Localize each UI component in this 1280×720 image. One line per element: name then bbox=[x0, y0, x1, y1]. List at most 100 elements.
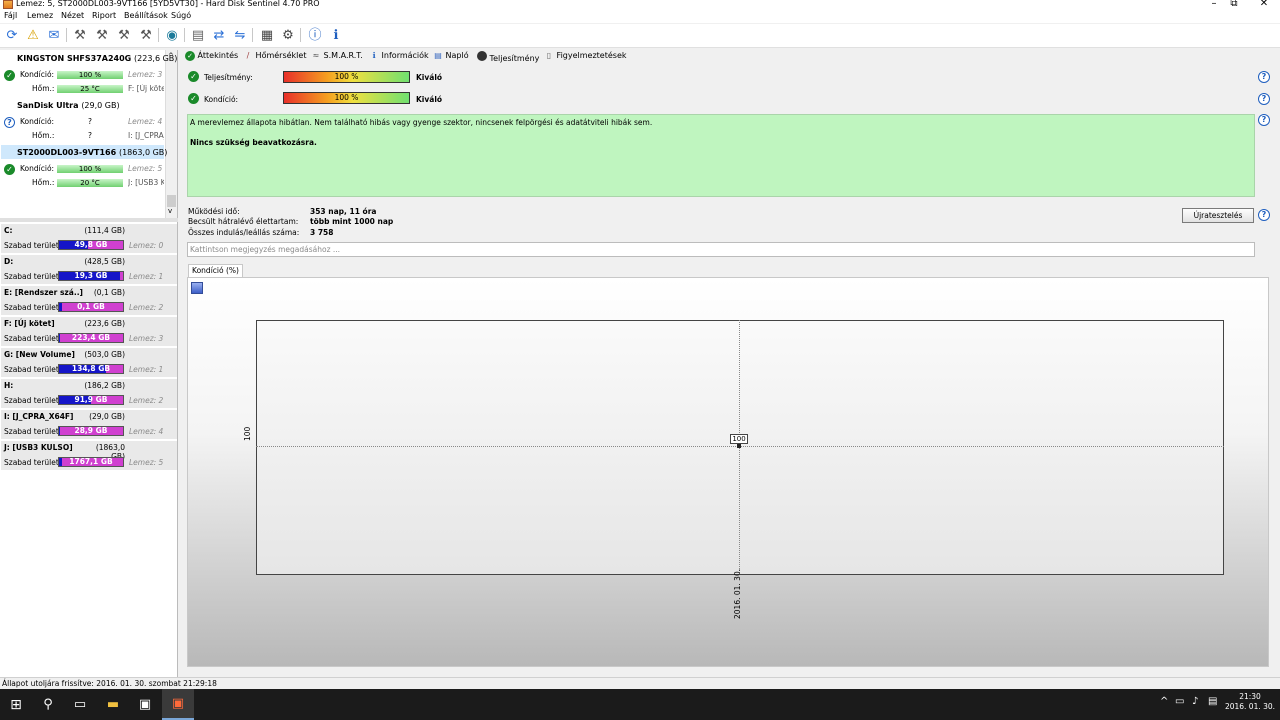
disk-name: ST2000DL003-9VT166 bbox=[17, 148, 117, 157]
tab-condition-graph[interactable]: Kondíció (%) bbox=[188, 264, 243, 278]
volume-disk: Lemez: 0 bbox=[129, 241, 164, 250]
chevron-up-icon[interactable]: ^ bbox=[1160, 696, 1168, 707]
performance-bar: 100 % bbox=[283, 71, 410, 83]
tab-warnings[interactable]: ▯ Figyelmeztetések bbox=[544, 51, 627, 60]
retest-button[interactable]: Újratesztelés bbox=[1182, 208, 1254, 223]
tab-temperature[interactable]: / Hőmérséklet bbox=[243, 51, 307, 60]
check-icon: ✓ bbox=[185, 51, 195, 61]
volume-row[interactable]: J: [USB3 KULSO](1863,0 GB)Szabad terület… bbox=[1, 441, 177, 471]
menu-bar: Fájl Lemez Nézet Riport Beállítások Súgó bbox=[0, 10, 1280, 23]
tab-label: Áttekintés bbox=[197, 51, 239, 60]
volume-row[interactable]: F: [Új kötet] (223,6 GB) Szabad terület 223… bbox=[1, 317, 177, 347]
volume-row[interactable]: D: (428,5 GB) Szabad terület 19,3 GB Lemez: … bbox=[1, 255, 177, 285]
search-icon[interactable]: ⚲ bbox=[32, 689, 64, 720]
disk-name: KINGSTON SHFS37A240G bbox=[17, 54, 132, 63]
volume-row[interactable]: E: [Rendszer szá..] (0,1 GB) Szabad terüle… bbox=[1, 286, 177, 316]
volume-row[interactable]: I: [J_CPRA_X64F] (29,0 GB) Szabad terület 2… bbox=[1, 410, 177, 440]
test-icon-2[interactable]: ⚒ bbox=[93, 26, 111, 44]
sync-icon[interactable]: ⇄ bbox=[210, 26, 228, 44]
help-icon[interactable]: ⓘ bbox=[306, 26, 324, 44]
recommendation: Nincs szükség beavatkozásra. bbox=[190, 138, 317, 147]
hd-sentinel-icon[interactable]: ▣ bbox=[162, 689, 194, 720]
test-icon-3[interactable]: ⚒ bbox=[115, 26, 133, 44]
network-tray-icon[interactable]: ▭ bbox=[1175, 696, 1184, 707]
info-icon: ℹ bbox=[372, 51, 376, 60]
menu-settings[interactable]: Beállítások bbox=[124, 11, 168, 20]
tab-performance[interactable]: Teljesítmény bbox=[477, 51, 539, 63]
taskbar: ⊞ ⚲ ▭ ▬ ▣ ▣ bbox=[0, 689, 1280, 720]
note-input[interactable]: Kattintson megjegyzés megadásához ... bbox=[187, 242, 1255, 257]
start-icon[interactable]: ⊞ bbox=[0, 689, 32, 720]
status-ok-icon: ✓ bbox=[4, 70, 15, 81]
menu-help[interactable]: Súgó bbox=[171, 11, 191, 20]
volume-disk: Lemez: 4 bbox=[129, 427, 164, 436]
report-icon[interactable]: ✉ bbox=[45, 26, 63, 44]
tab-info[interactable]: ℹ Információk bbox=[369, 51, 428, 60]
disk-list-scrollbar[interactable]: ^ v bbox=[165, 50, 177, 218]
uptime-label: Működési idő: bbox=[188, 207, 240, 216]
disk-name: SanDisk Ultra bbox=[17, 101, 79, 110]
save-icon[interactable] bbox=[191, 282, 203, 294]
volume-size: (186,2 GB) bbox=[84, 381, 125, 390]
volume-row[interactable]: C: (111,4 GB) Szabad terület 49,8 GB Lemez: … bbox=[1, 224, 177, 254]
alert-disk-icon[interactable]: ⚠ bbox=[24, 26, 42, 44]
notifications-icon[interactable]: ▤ bbox=[1208, 696, 1217, 707]
x-tick-label: 2016. 01. 30. bbox=[733, 568, 742, 619]
status-message: A merevlemez állapota hibátlan. Nem talá… bbox=[190, 118, 653, 127]
volume-name: G: [New Volume] bbox=[4, 350, 75, 359]
scroll-down-icon[interactable]: v bbox=[168, 207, 172, 215]
help-icon[interactable]: ? bbox=[1258, 209, 1270, 221]
drive-letter: J: [USB3 KULSO] bbox=[128, 178, 164, 187]
volume-row[interactable]: G: [New Volume] (503,0 GB) Szabad terület 1… bbox=[1, 348, 177, 378]
temp-label: Hőm.: bbox=[32, 178, 55, 187]
condition-label: Kondíció: bbox=[20, 164, 55, 173]
tab-label: Hőmérséklet bbox=[255, 51, 307, 60]
tab-log[interactable]: ▤ Napló bbox=[433, 51, 468, 60]
menu-file[interactable]: Fájl bbox=[4, 11, 17, 20]
refresh-icon[interactable]: ⟳ bbox=[3, 26, 21, 44]
store-icon[interactable]: ▣ bbox=[129, 689, 161, 720]
menu-report[interactable]: Riport bbox=[92, 11, 116, 20]
file-explorer-icon[interactable]: ▬ bbox=[97, 689, 129, 720]
startstop-value: 3 758 bbox=[310, 228, 334, 237]
network-icon[interactable]: ⇋ bbox=[231, 26, 249, 44]
temp-label: Hőm.: bbox=[32, 84, 55, 93]
info-icon[interactable]: ℹ bbox=[327, 26, 345, 44]
disk-item-selected[interactable]: ST2000DL003-9VT166 (1863,0 GB) ✓ Kondíci… bbox=[1, 145, 167, 189]
clock[interactable]: 21:30 2016. 01. 30. bbox=[1224, 692, 1276, 712]
help-icon[interactable]: ? bbox=[1258, 71, 1270, 83]
disk-item[interactable]: KINGSTON SHFS37A240G (223,6 GB) ✓ Kondíc… bbox=[1, 51, 177, 97]
settings-icon[interactable]: ⚙ bbox=[279, 26, 297, 44]
condition-bar: 100 % bbox=[57, 71, 123, 79]
free-space-label: Szabad terület bbox=[4, 396, 59, 405]
disk-size: (1863,0 GB) bbox=[118, 148, 168, 157]
volume-row[interactable]: H: (186,2 GB) Szabad terület 91,9 GB Lemez: … bbox=[1, 379, 177, 409]
disk-item[interactable]: SanDisk Ultra (29,0 GB) ? Kondíció: ? Le… bbox=[1, 98, 164, 144]
clock-date: 2016. 01. 30. bbox=[1224, 702, 1276, 711]
toolbar-separator bbox=[300, 28, 301, 42]
restore-button[interactable]: ⧉ bbox=[1224, 0, 1244, 9]
chart-icon[interactable]: ▦ bbox=[258, 26, 276, 44]
free-space-bar: 91,9 GB bbox=[58, 395, 124, 405]
test-icon-1[interactable]: ⚒ bbox=[71, 26, 89, 44]
scroll-thumb[interactable] bbox=[167, 195, 176, 207]
close-button[interactable]: ✕ bbox=[1254, 0, 1274, 9]
tab-smart[interactable]: ≈ S.M.A.R.T. bbox=[311, 51, 363, 60]
panel-splitter[interactable] bbox=[0, 218, 178, 222]
menu-view[interactable]: Nézet bbox=[61, 11, 84, 20]
minimize-button[interactable]: – bbox=[1204, 0, 1224, 9]
test-icon-4[interactable]: ⚒ bbox=[137, 26, 155, 44]
globe-icon[interactable]: ◉ bbox=[163, 26, 181, 44]
task-view-icon[interactable]: ▭ bbox=[64, 689, 96, 720]
menu-disk[interactable]: Lemez bbox=[27, 11, 53, 20]
disk-number: Lemez: 3 bbox=[128, 70, 163, 79]
free-space-value: 134,8 GB bbox=[71, 364, 111, 373]
tab-overview[interactable]: ✓ Áttekintés bbox=[185, 51, 238, 61]
help-icon[interactable]: ? bbox=[1258, 114, 1270, 126]
free-space-label: Szabad terület bbox=[4, 303, 59, 312]
disk-header: ST2000DL003-9VT166 (1863,0 GB) bbox=[17, 148, 167, 157]
document-icon[interactable]: ▤ bbox=[189, 26, 207, 44]
help-icon[interactable]: ? bbox=[1258, 93, 1270, 105]
disk-header: SanDisk Ultra (29,0 GB) bbox=[17, 101, 120, 110]
volume-tray-icon[interactable]: ♪ bbox=[1192, 696, 1198, 707]
